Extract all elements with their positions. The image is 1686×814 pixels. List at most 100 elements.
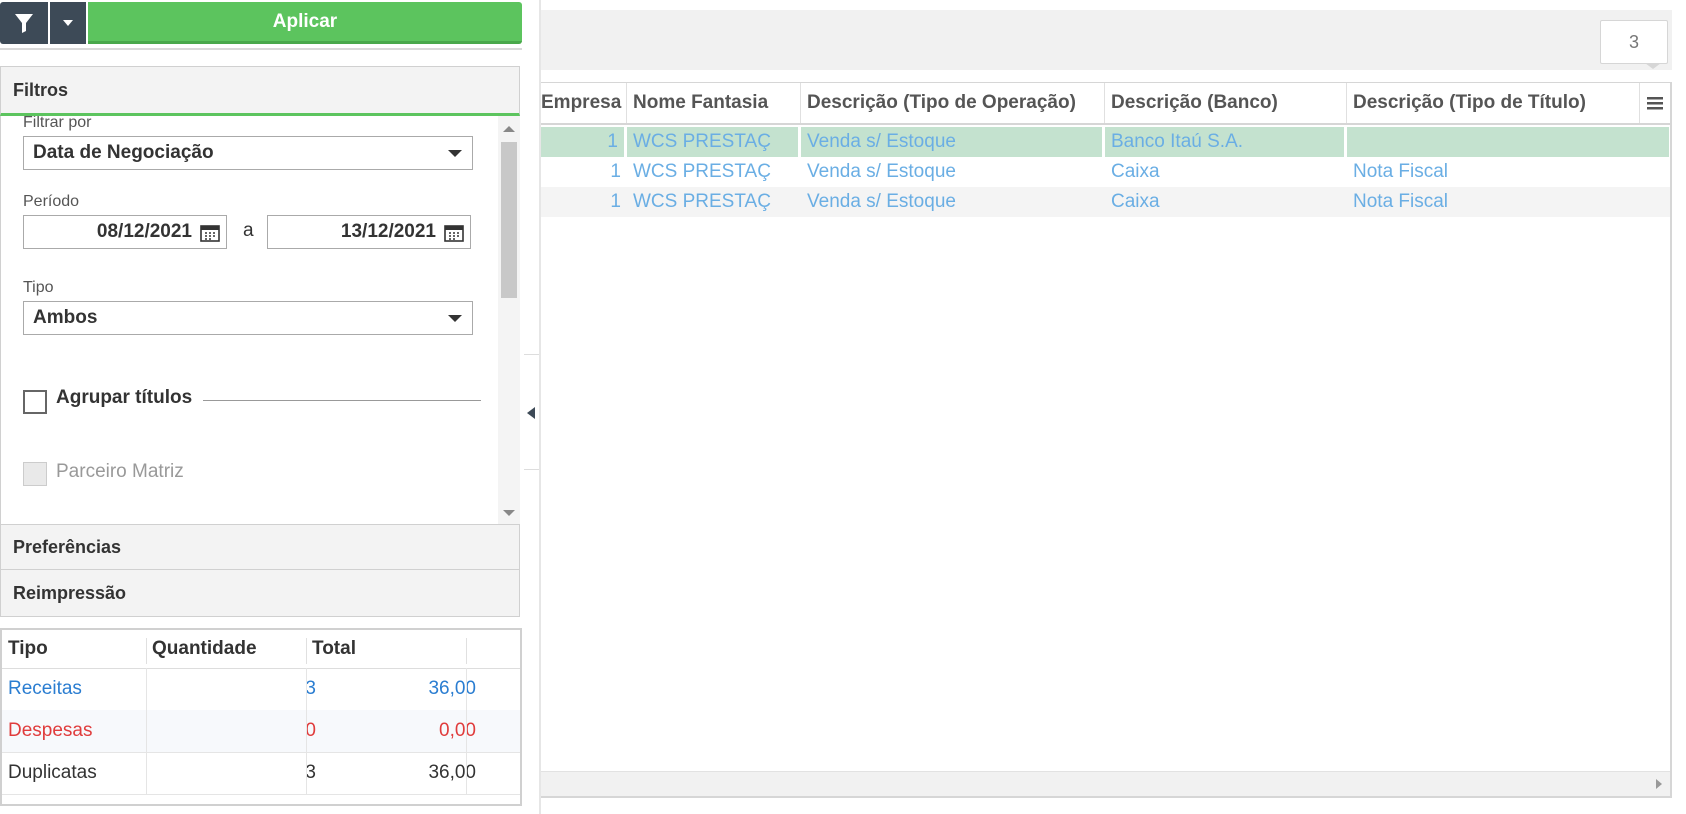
- column-header-tipo-operacao[interactable]: Descrição (Tipo de Operação): [801, 83, 1105, 123]
- cell-tipo-titulo[interactable]: Nota Fiscal: [1347, 187, 1670, 217]
- toolbar-divider: [0, 48, 522, 50]
- calendar-icon[interactable]: [444, 224, 464, 242]
- cell-nome-fantasia[interactable]: WCS PRESTAÇ: [627, 157, 801, 187]
- column-divider: [466, 752, 467, 794]
- cell-extra: [1641, 127, 1670, 157]
- scroll-up-icon[interactable]: [503, 126, 515, 132]
- summary-header: Tipo Quantidade Total: [2, 630, 520, 669]
- column-divider: [306, 710, 307, 752]
- column-divider: [306, 638, 307, 664]
- summary-row[interactable]: Receitas 3 36,00: [2, 668, 520, 711]
- cell-tipo-operacao[interactable]: Venda s/ Estoque: [801, 127, 1105, 157]
- tipo-label: Tipo: [23, 279, 54, 296]
- cell-tipo-operacao[interactable]: Venda s/ Estoque: [801, 157, 1105, 187]
- column-divider: [466, 638, 467, 664]
- date-separator: a: [243, 220, 254, 241]
- cell-tipo-titulo[interactable]: Nota Fiscal: [1347, 157, 1670, 187]
- filters-scrollbar[interactable]: [498, 116, 520, 524]
- grid-horizontal-scrollbar[interactable]: [541, 771, 1670, 796]
- summary-cell-tipo: Duplicatas: [8, 762, 97, 783]
- cell-nome-fantasia[interactable]: WCS PRESTAÇ: [627, 187, 801, 217]
- periodo-label: Período: [23, 193, 80, 210]
- column-divider: [146, 752, 147, 794]
- collapse-left-icon[interactable]: [527, 407, 535, 419]
- column-divider: [306, 668, 307, 710]
- tipo-select[interactable]: Ambos: [23, 301, 473, 335]
- summary-header-total: Total: [312, 638, 356, 659]
- filtrar-por-select[interactable]: Data de Negociação: [23, 136, 473, 170]
- agrupar-titulos-checkbox[interactable]: [23, 390, 47, 414]
- agrupar-titulos-label: Agrupar títulos: [56, 387, 193, 408]
- summary-cell-quantidade: 3: [305, 762, 316, 783]
- cell-tipo-titulo[interactable]: [1347, 127, 1670, 157]
- filter-panel: Aplicar Filtros Filtrar por Data de Nego…: [0, 0, 540, 814]
- summary-cell-quantidade: 0: [305, 720, 316, 741]
- badge-pointer: [1645, 63, 1661, 69]
- summary-table: Tipo Quantidade Total Receitas 3 36,00 Desp…: [0, 628, 522, 806]
- caret-down-icon: [448, 315, 462, 322]
- column-header-empresa[interactable]: Empresa: [541, 83, 627, 123]
- grid-toolbar: [541, 10, 1672, 70]
- caret-down-icon: [448, 150, 462, 157]
- calendar-icon[interactable]: [200, 224, 220, 242]
- record-count-badge: 3: [1600, 20, 1668, 64]
- cell-empresa[interactable]: 1: [541, 157, 627, 187]
- column-header-nome-fantasia[interactable]: Nome Fantasia: [627, 83, 801, 123]
- summary-row[interactable]: Duplicatas 3 36,00: [2, 752, 520, 795]
- filter-icon: [15, 14, 33, 33]
- scroll-right-icon[interactable]: [1656, 779, 1662, 789]
- filtrar-por-label: Filtrar por: [23, 116, 92, 131]
- date-from-value: 08/12/2021: [96, 221, 192, 242]
- table-row[interactable]: 1 WCS PRESTAÇ Venda s/ Estoque Caixa Nota Fi…: [541, 187, 1670, 217]
- column-divider: [306, 752, 307, 794]
- summary-cell-total: 0,00: [439, 720, 476, 741]
- column-menu-button[interactable]: [1639, 83, 1670, 123]
- apply-button[interactable]: Aplicar: [88, 2, 522, 44]
- grid-header: Empresa Nome Fantasia Descrição (Tipo de O…: [541, 83, 1670, 125]
- date-to-input[interactable]: 13/12/2021: [267, 215, 471, 249]
- accordion-filtros[interactable]: Filtros: [0, 66, 520, 116]
- collapse-panel-handle[interactable]: [524, 354, 540, 470]
- summary-cell-tipo: Receitas: [8, 678, 82, 699]
- cell-banco[interactable]: Banco Itaú S.A.: [1105, 127, 1347, 157]
- column-divider: [466, 668, 467, 710]
- column-divider: [146, 638, 147, 664]
- summary-header-quantidade: Quantidade: [152, 638, 257, 659]
- cell-empresa[interactable]: 1: [541, 127, 627, 157]
- cell-empresa[interactable]: 1: [541, 187, 627, 217]
- summary-row[interactable]: Despesas 0 0,00: [2, 710, 520, 753]
- caret-down-icon: [63, 20, 73, 26]
- summary-cell-tipo: Despesas: [8, 720, 93, 741]
- column-divider: [146, 710, 147, 752]
- cell-nome-fantasia[interactable]: WCS PRESTAÇ: [627, 127, 801, 157]
- table-row[interactable]: 1 WCS PRESTAÇ Venda s/ Estoque Caixa Nota Fi…: [541, 157, 1670, 187]
- scrollbar-thumb[interactable]: [501, 142, 517, 298]
- summary-header-tipo: Tipo: [8, 638, 48, 659]
- filters-body: Filtrar por Data de Negociação Período 0…: [0, 116, 520, 524]
- date-from-input[interactable]: 08/12/2021: [23, 215, 227, 249]
- cell-banco[interactable]: Caixa: [1105, 157, 1347, 187]
- column-header-tipo-titulo[interactable]: Descrição (Tipo de Título): [1347, 83, 1670, 123]
- scroll-down-icon[interactable]: [503, 510, 515, 516]
- filtrar-por-value: Data de Negociação: [33, 142, 214, 163]
- table-row[interactable]: 1 WCS PRESTAÇ Venda s/ Estoque Banco Itaú S…: [541, 127, 1670, 157]
- summary-cell-quantidade: 3: [305, 678, 316, 699]
- summary-cell-total: 36,00: [428, 762, 476, 783]
- cell-tipo-operacao[interactable]: Venda s/ Estoque: [801, 187, 1105, 217]
- parceiro-matriz-label: Parceiro Matriz: [56, 461, 184, 482]
- parceiro-matriz-checkbox: [23, 462, 47, 486]
- date-to-value: 13/12/2021: [340, 221, 436, 242]
- column-header-banco[interactable]: Descrição (Banco): [1105, 83, 1347, 123]
- tipo-value: Ambos: [33, 307, 98, 328]
- summary-cell-total: 36,00: [428, 678, 476, 699]
- filter-button[interactable]: [0, 2, 48, 44]
- column-divider: [466, 710, 467, 752]
- accordion-preferencias[interactable]: Preferências: [0, 524, 520, 570]
- section-divider: [203, 400, 481, 401]
- cell-banco[interactable]: Caixa: [1105, 187, 1347, 217]
- hamburger-icon: [1647, 97, 1663, 110]
- accordion-reimpressao[interactable]: Reimpressão: [0, 569, 520, 617]
- column-divider: [146, 668, 147, 710]
- filter-dropdown-button[interactable]: [50, 2, 86, 44]
- results-grid: Empresa Nome Fantasia Descrição (Tipo de O…: [541, 82, 1672, 798]
